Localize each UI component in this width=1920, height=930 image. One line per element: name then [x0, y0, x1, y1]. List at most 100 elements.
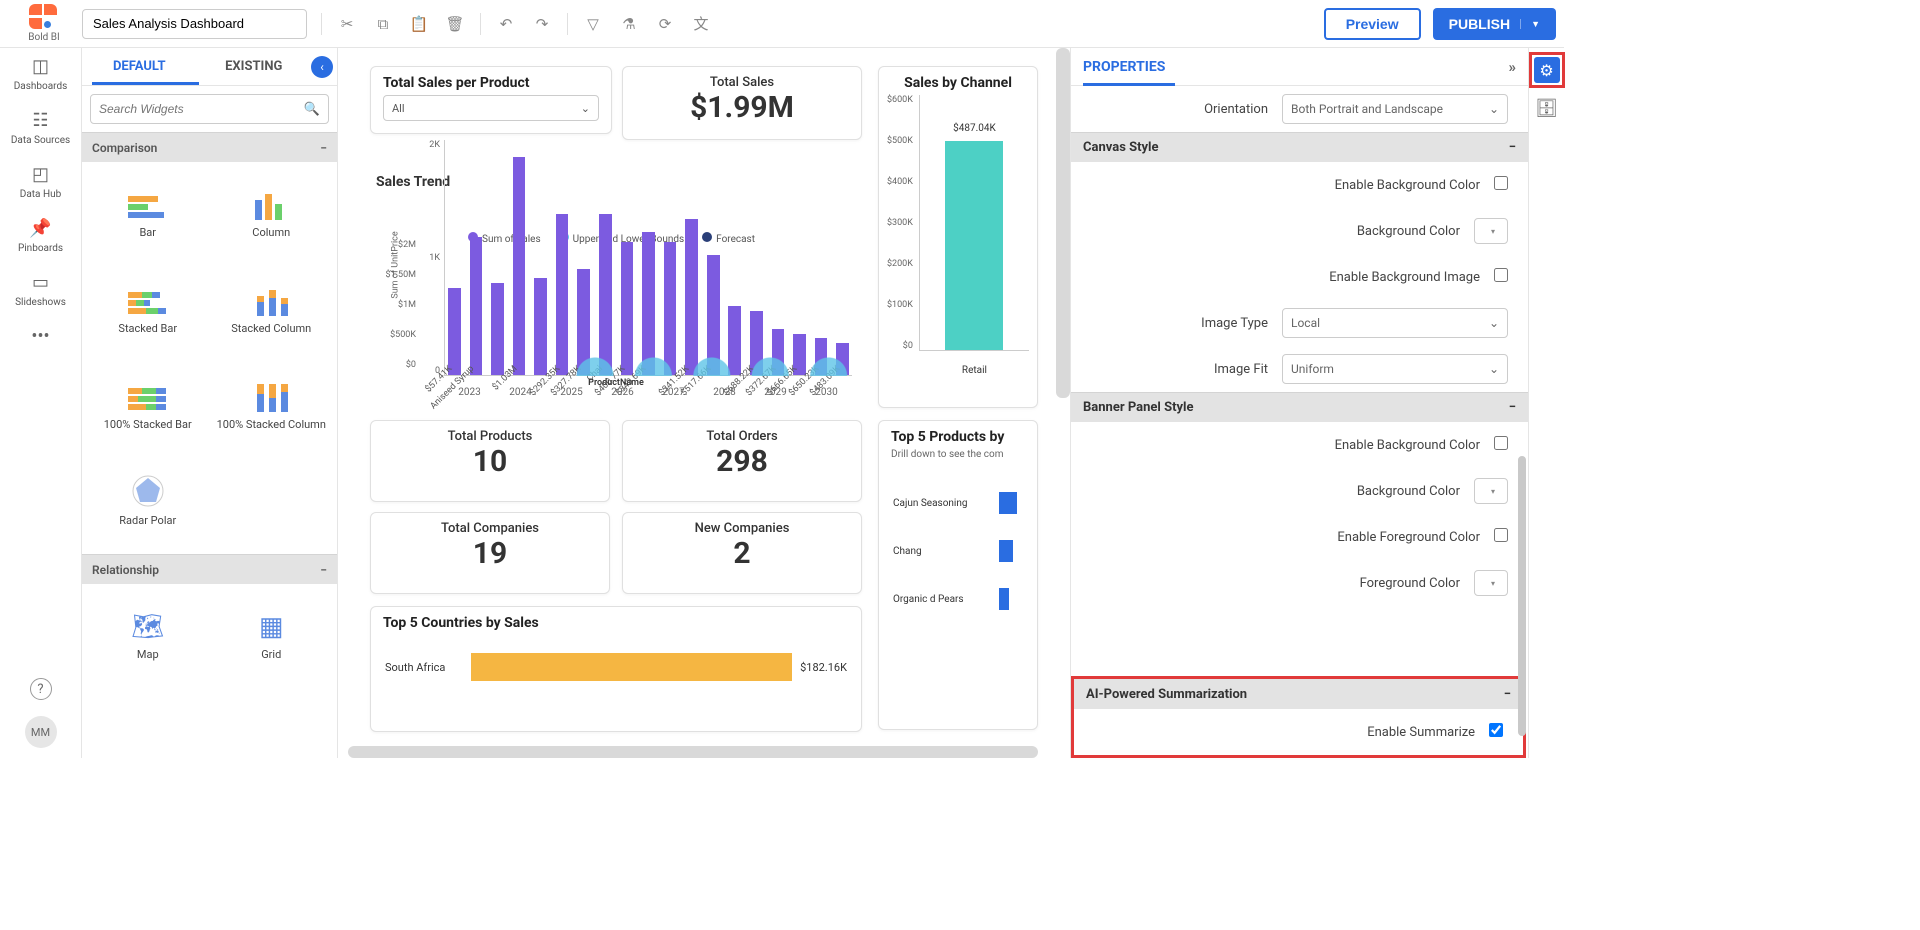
- rail-item-help[interactable]: ?: [25, 676, 57, 702]
- filter-icon[interactable]: ▽: [576, 9, 610, 39]
- hbar-label: Cajun Seasoning: [893, 498, 991, 509]
- bg-color-picker[interactable]: [1474, 218, 1508, 244]
- card-sales-product-header[interactable]: Total Sales per Product All⌄: [370, 66, 612, 134]
- dashboard-title-input[interactable]: [82, 9, 307, 39]
- section-canvas-style[interactable]: Canvas Style−: [1071, 132, 1528, 162]
- enable-summarize-checkbox[interactable]: [1489, 723, 1503, 737]
- orientation-dropdown[interactable]: Both Portrait and Landscape⌄: [1282, 94, 1508, 124]
- divider: [567, 13, 568, 35]
- horizontal-scrollbar[interactable]: [348, 746, 1038, 758]
- widget-panel: DEFAULT EXISTING ‹ 🔍 Comparison− Bar Col…: [82, 48, 338, 758]
- image-fit-dropdown[interactable]: Uniform⌄: [1282, 354, 1508, 384]
- tab-existing[interactable]: EXISTING: [197, 59, 312, 74]
- banner-bg-color-picker[interactable]: [1474, 478, 1508, 504]
- publish-button[interactable]: PUBLISH: [1433, 8, 1556, 40]
- preview-button[interactable]: Preview: [1324, 8, 1421, 40]
- enable-bg-color-checkbox[interactable]: [1494, 176, 1508, 190]
- vertical-scrollbar[interactable]: [1056, 48, 1070, 398]
- widget-grid[interactable]: ▦Grid: [212, 590, 332, 682]
- comparison-widgets: Bar Column Stacked Bar Stacked Column 10…: [82, 162, 337, 554]
- banner-enable-bg-checkbox[interactable]: [1494, 436, 1508, 450]
- search-input[interactable]: [99, 102, 298, 116]
- left-rail: ◫Dashboards ☷Data Sources ◰Data Hub 📌Pin…: [0, 48, 82, 758]
- undo-icon[interactable]: ↶: [489, 9, 523, 39]
- section-ai-summarization[interactable]: AI-Powered Summarization−: [1074, 679, 1523, 709]
- sales-product-title: Total Sales per Product: [371, 67, 611, 95]
- rail-item-datahub[interactable]: ◰Data Hub: [0, 162, 81, 202]
- cut-icon[interactable]: ✂: [330, 9, 364, 39]
- rail-label: Slideshows: [15, 297, 66, 308]
- delete-icon[interactable]: 🗑: [438, 9, 472, 39]
- widget-stacked-column[interactable]: Stacked Column: [212, 264, 332, 356]
- banner-enable-fg-checkbox[interactable]: [1494, 528, 1508, 542]
- search-icon: 🔍: [304, 102, 320, 117]
- collapse-icon: −: [320, 141, 327, 155]
- channel-y-ticks: $600K$500K$400K$300K$200K$100K$0: [887, 95, 913, 375]
- card-sales-trend[interactable]: Sales Trend Sum of Sales Upper and Lower…: [370, 130, 862, 408]
- card-top-countries[interactable]: Top 5 Countries by Sales South Africa $1…: [370, 606, 862, 732]
- rail-bottom: ? MM: [25, 676, 57, 758]
- widget-search[interactable]: 🔍: [90, 94, 329, 124]
- paste-icon[interactable]: 📋: [402, 9, 436, 39]
- datasources-icon: ☷: [32, 110, 48, 131]
- prop-enable-bg-image: Enable Background Image: [1071, 254, 1528, 300]
- rail-item-slideshows[interactable]: ▭ Slideshows: [0, 270, 81, 310]
- expand-icon[interactable]: »: [1509, 58, 1517, 76]
- brand-logo[interactable]: Bold BI: [8, 4, 80, 43]
- prop-banner-enable-bg: Enable Background Color: [1071, 422, 1528, 468]
- card-total-products[interactable]: Total Products 10: [370, 420, 610, 502]
- column-icon: [249, 188, 293, 220]
- collapse-panel-icon[interactable]: ‹: [311, 56, 333, 78]
- hbar-bar: [999, 588, 1009, 610]
- gear-icon[interactable]: ⚙: [1534, 57, 1560, 83]
- rail-item-pinboards[interactable]: 📌Pinboards: [0, 216, 81, 256]
- redo-icon[interactable]: ↷: [525, 9, 559, 39]
- prop-banner-fg-color: Foreground Color: [1071, 560, 1528, 606]
- card-total-sales[interactable]: Total Sales $1.99M: [622, 66, 862, 140]
- brand-name: Bold BI: [28, 32, 59, 43]
- props-scrollbar[interactable]: [1518, 456, 1526, 736]
- rail-item-more[interactable]: •••: [0, 324, 81, 349]
- canvas[interactable]: Total Sales per Product All⌄ Total Sales…: [338, 48, 1070, 758]
- card-top-products[interactable]: Top 5 Products by Drill down to see the …: [878, 420, 1038, 730]
- logo-icon: [29, 4, 59, 30]
- widget-label: 100% Stacked Column: [217, 418, 326, 431]
- database-icon[interactable]: 🗄: [1535, 98, 1558, 119]
- hbar-row: Chang: [893, 540, 1023, 562]
- widget-100stacked-bar[interactable]: 100% Stacked Bar: [88, 360, 208, 452]
- widget-label: Stacked Column: [231, 322, 311, 335]
- translate-icon[interactable]: 文: [684, 9, 718, 39]
- banner-fg-color-picker[interactable]: [1474, 570, 1508, 596]
- card-new-companies[interactable]: New Companies 2: [622, 512, 862, 594]
- section-banner-style[interactable]: Banner Panel Style−: [1071, 392, 1528, 422]
- widget-100stacked-column[interactable]: 100% Stacked Column: [212, 360, 332, 452]
- widget-column[interactable]: Column: [212, 168, 332, 260]
- kpi-value: 19: [371, 536, 609, 571]
- widget-bar[interactable]: Bar: [88, 168, 208, 260]
- product-filter-dropdown[interactable]: All⌄: [383, 95, 599, 121]
- properties-header: PROPERTIES »: [1071, 48, 1528, 86]
- widget-radar[interactable]: Radar Polar: [88, 456, 208, 548]
- datasource-icon[interactable]: ⚗: [612, 9, 646, 39]
- widget-map[interactable]: 🗺Map: [88, 590, 208, 682]
- refresh-icon[interactable]: ⟳: [648, 9, 682, 39]
- properties-body: Orientation Both Portrait and Landscape⌄…: [1071, 86, 1528, 758]
- card-sales-channel[interactable]: Sales by Channel $600K$500K$400K$300K$20…: [878, 66, 1038, 408]
- prop-label: Orientation: [1071, 102, 1282, 117]
- slideshows-icon: ▭: [32, 272, 49, 293]
- prop-label: Foreground Color: [1071, 576, 1474, 591]
- rail-item-dashboards[interactable]: ◫Dashboards: [0, 54, 81, 94]
- card-total-companies[interactable]: Total Companies 19: [370, 512, 610, 594]
- hbar-bar: [999, 492, 1017, 514]
- tab-default[interactable]: DEFAULT: [82, 59, 197, 74]
- copy-icon[interactable]: ⧉: [366, 9, 400, 39]
- hundred-stacked-column-icon: [249, 380, 293, 412]
- rail-item-datasources[interactable]: ☷Data Sources: [0, 108, 81, 148]
- card-total-orders[interactable]: Total Orders 298: [622, 420, 862, 502]
- widget-stacked-bar[interactable]: Stacked Bar: [88, 264, 208, 356]
- category-comparison[interactable]: Comparison−: [82, 132, 337, 162]
- enable-bg-image-checkbox[interactable]: [1494, 268, 1508, 282]
- avatar[interactable]: MM: [25, 716, 57, 748]
- category-relationship[interactable]: Relationship−: [82, 554, 337, 584]
- image-type-dropdown[interactable]: Local⌄: [1282, 308, 1508, 338]
